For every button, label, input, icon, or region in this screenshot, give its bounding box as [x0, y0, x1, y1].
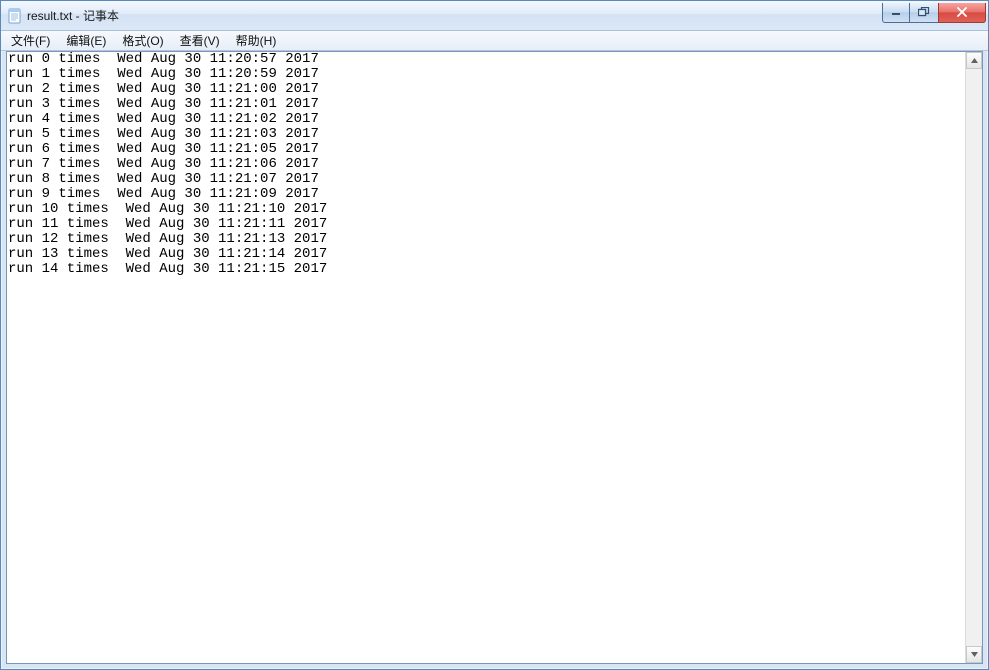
minimize-button[interactable]: [882, 3, 910, 23]
text-line: run 10 times Wed Aug 30 11:21:10 2017: [7, 202, 965, 217]
text-line: run 7 times Wed Aug 30 11:21:06 2017: [7, 157, 965, 172]
client-area: run 0 times Wed Aug 30 11:20:57 2017run …: [6, 51, 983, 664]
text-line: run 5 times Wed Aug 30 11:21:03 2017: [7, 127, 965, 142]
text-line: run 11 times Wed Aug 30 11:21:11 2017: [7, 217, 965, 232]
window-controls: [883, 3, 986, 23]
text-line: run 0 times Wed Aug 30 11:20:57 2017: [7, 52, 965, 67]
text-line: run 6 times Wed Aug 30 11:21:05 2017: [7, 142, 965, 157]
menu-edit[interactable]: 编辑(E): [58, 32, 114, 50]
menu-view[interactable]: 查看(V): [172, 32, 228, 50]
vertical-scrollbar[interactable]: [965, 52, 982, 663]
text-editor[interactable]: run 0 times Wed Aug 30 11:20:57 2017run …: [7, 52, 965, 663]
titlebar[interactable]: result.txt - 记事本: [1, 1, 988, 31]
text-line: run 1 times Wed Aug 30 11:20:59 2017: [7, 67, 965, 82]
notepad-window: result.txt - 记事本: [0, 0, 989, 670]
close-button[interactable]: [938, 3, 986, 23]
menubar: 文件(F) 编辑(E) 格式(O) 查看(V) 帮助(H): [1, 31, 988, 51]
menu-format[interactable]: 格式(O): [114, 32, 171, 50]
text-line: run 13 times Wed Aug 30 11:21:14 2017: [7, 247, 965, 262]
scroll-down-button[interactable]: [966, 646, 982, 663]
text-line: run 12 times Wed Aug 30 11:21:13 2017: [7, 232, 965, 247]
text-line: run 14 times Wed Aug 30 11:21:15 2017: [7, 262, 965, 277]
text-line: run 8 times Wed Aug 30 11:21:07 2017: [7, 172, 965, 187]
menu-help[interactable]: 帮助(H): [228, 32, 285, 50]
text-line: run 4 times Wed Aug 30 11:21:02 2017: [7, 112, 965, 127]
scroll-track[interactable]: [966, 69, 982, 646]
maximize-button[interactable]: [909, 3, 939, 23]
text-line: run 3 times Wed Aug 30 11:21:01 2017: [7, 97, 965, 112]
text-line: run 9 times Wed Aug 30 11:21:09 2017: [7, 187, 965, 202]
scroll-up-button[interactable]: [966, 52, 982, 69]
notepad-app-icon: [7, 8, 23, 24]
menu-file[interactable]: 文件(F): [3, 32, 58, 50]
text-line: run 2 times Wed Aug 30 11:21:00 2017: [7, 82, 965, 97]
window-title: result.txt - 记事本: [27, 7, 119, 24]
